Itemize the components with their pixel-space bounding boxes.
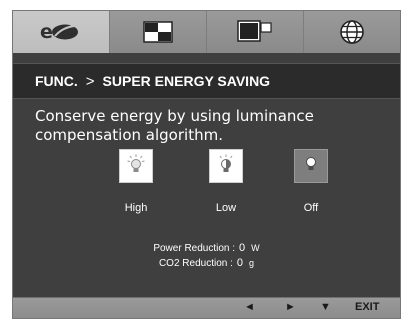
co2-reduction-label: CO2 Reduction : xyxy=(158,258,233,269)
tab-language[interactable] xyxy=(304,11,400,53)
dual-screen-icon xyxy=(237,20,273,44)
right-arrow-button[interactable]: ► xyxy=(285,301,296,313)
breadcrumb-section: FUNC. xyxy=(35,73,78,89)
co2-reduction-row: CO2 Reduction :0g xyxy=(13,256,400,271)
co2-reduction-value: 0 xyxy=(236,257,244,269)
top-tab-bar: e xyxy=(13,11,400,53)
power-reduction-unit: W xyxy=(251,243,260,253)
osd-menu-panel: e FUNC. > SUPER ENERGY SAVING Conserve e… xyxy=(12,10,401,319)
option-high-button[interactable] xyxy=(119,149,153,183)
menu-breadcrumb-header: FUNC. > SUPER ENERGY SAVING xyxy=(13,63,400,99)
energy-logo-icon: e xyxy=(38,21,84,43)
exit-button[interactable]: EXIT xyxy=(355,301,379,313)
option-off[interactable]: Off xyxy=(289,149,333,214)
bulb-high-icon xyxy=(127,154,145,179)
power-reduction-value: 0 xyxy=(239,242,246,254)
option-low-label: Low xyxy=(215,202,237,214)
power-reduction-label: Power Reduction : xyxy=(153,243,236,254)
down-arrow-button[interactable]: ▼ xyxy=(320,301,331,313)
energy-mode-options: High Low Off xyxy=(13,149,400,229)
option-off-label: Off xyxy=(303,202,319,214)
bulb-off-icon xyxy=(304,156,318,177)
tab-dual-screen[interactable] xyxy=(207,11,304,53)
svg-text:e: e xyxy=(40,21,53,43)
option-high-label: High xyxy=(124,202,148,214)
co2-reduction-unit: g xyxy=(249,258,255,268)
reduction-stats: Power Reduction :0W CO2 Reduction :0g xyxy=(13,241,400,271)
feature-description: Conserve energy by using luminance compe… xyxy=(35,107,314,144)
bulb-low-icon xyxy=(217,154,235,179)
option-low-button[interactable] xyxy=(209,149,243,183)
option-high[interactable]: High xyxy=(114,149,158,214)
left-arrow-button[interactable]: ◄ xyxy=(244,301,255,313)
globe-icon xyxy=(339,19,365,45)
picture-split-icon xyxy=(143,21,173,43)
tab-energy-saving[interactable]: e xyxy=(13,11,110,53)
option-off-button[interactable] xyxy=(294,149,328,183)
tab-picture[interactable] xyxy=(110,11,207,53)
power-reduction-row: Power Reduction :0W xyxy=(13,241,400,256)
page-title: SUPER ENERGY SAVING xyxy=(102,73,271,89)
footer-button-bar: ◄ ► ▼ EXIT xyxy=(13,297,400,318)
breadcrumb-separator: > xyxy=(85,72,95,90)
option-low[interactable]: Low xyxy=(204,149,248,214)
